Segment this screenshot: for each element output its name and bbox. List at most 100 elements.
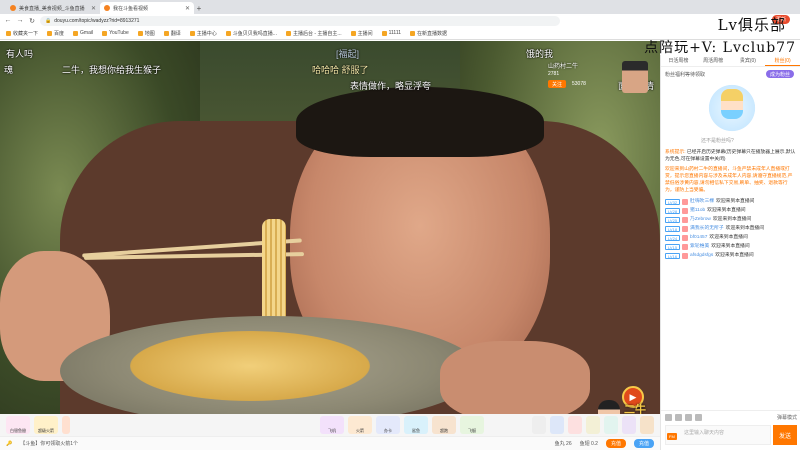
chat-username[interactable]: 肚嗨吹三棵: [690, 198, 714, 205]
chat-message: LV18 满我长的无所子 欢迎来到本直播间: [665, 224, 796, 233]
bookmark-item[interactable]: 主播后台 - 主播自主...: [285, 30, 342, 37]
chat-username[interactable]: afsdgdsfgs: [690, 252, 713, 259]
danmu-comment: 魂: [4, 65, 14, 75]
bookmark-item[interactable]: Gmail: [73, 30, 93, 36]
browser-chrome: 美食直播_美食视频_斗鱼直播 ✕ 我在斗鱼看视频 ✕ + ← → ↻ 🔒 dou…: [0, 0, 800, 40]
rank-icon[interactable]: [568, 416, 582, 434]
bookmark-icon: [47, 30, 53, 36]
bookmark-item[interactable]: 主播间: [350, 30, 373, 37]
system-message: 欢迎来到山药村二牛的直播间，斗鱼严禁未成年人直播或打赏，提示您直播内容与涉及未成…: [665, 166, 796, 194]
game-icon[interactable]: [640, 416, 654, 434]
emoji-icon[interactable]: [665, 414, 672, 421]
anchor-avatar[interactable]: [622, 61, 648, 93]
close-tab-icon[interactable]: ✕: [185, 5, 190, 12]
backpack-icon[interactable]: [532, 416, 546, 434]
bookmark-item[interactable]: 百度: [47, 30, 64, 37]
close-tab-icon[interactable]: ✕: [91, 5, 96, 12]
badge-icon: [682, 216, 689, 223]
pet-icon[interactable]: [622, 416, 636, 434]
bottom-status-bar: 🔑 【斗鱼】你可领取火箭1个 鱼丸 26 鱼翅 0.2 充值 充值: [0, 436, 660, 450]
forward-icon[interactable]: →: [16, 17, 24, 25]
chat-username[interactable]: bf01457: [690, 234, 707, 241]
bookmark-icon: [163, 30, 169, 36]
gift-item[interactable]: 办卡: [376, 416, 400, 434]
fan-count: 53078: [572, 81, 586, 87]
task-icon[interactable]: [586, 416, 600, 434]
chat-username[interactable]: 满我长的无所子: [690, 225, 724, 232]
tab-daily-rank[interactable]: 日活周榜: [661, 55, 696, 66]
bookmark-item[interactable]: 翻译: [163, 30, 181, 37]
bookmark-item[interactable]: 收藏夹一下: [6, 30, 38, 37]
tab-douyu-video[interactable]: 我在斗鱼看视频 ✕: [100, 2, 194, 14]
chat-username[interactable]: 紫轮椎美: [690, 243, 709, 250]
lock-icon[interactable]: [685, 414, 692, 421]
bookmark-item[interactable]: 11111: [381, 30, 401, 36]
bookmark-item[interactable]: 主播中心: [189, 30, 217, 37]
danmu-mode-toggle[interactable]: 弹幕模式: [777, 414, 797, 421]
chat-username[interactable]: 乃Zebrow: [690, 216, 711, 223]
key-icon: 🔑: [6, 440, 13, 447]
color-icon[interactable]: [675, 414, 682, 421]
bookmark-icon: [350, 30, 356, 36]
gift-item[interactable]: 飞机: [320, 416, 344, 434]
promo-caption: 还不是粉丝吗?: [701, 138, 734, 144]
sidebar-tabs: 日活周榜 周活周榜 贵宾(0) 粉丝(0): [661, 55, 800, 67]
badge-icon: [682, 252, 689, 259]
gift-more[interactable]: [62, 416, 70, 434]
bookmark-item[interactable]: 在新直播数据: [410, 30, 447, 37]
chat-list: 系统提示: 已经开启历史弹幕(历史弹幕只在播放器上展示,默认为无色,可在弹幕设置…: [661, 147, 800, 262]
chat-text: 欢迎来到本直播间: [725, 226, 765, 231]
fish-fin-count: 鱼翅 0.2: [579, 441, 598, 447]
reload-icon[interactable]: ↻: [28, 17, 36, 25]
become-fan-button[interactable]: 成为粉丝: [765, 70, 794, 78]
tab-douyu-food[interactable]: 美食直播_美食视频_斗鱼直播 ✕: [6, 2, 100, 14]
level-badge: LV15: [665, 243, 681, 250]
chat-sidebar: 日活周榜 周活周榜 贵宾(0) 粉丝(0) 粉丝福利等待领取 成为粉丝 还不是粉…: [660, 55, 800, 450]
level-badge: LV28: [665, 207, 681, 214]
follow-button[interactable]: 关注: [548, 80, 567, 88]
video-player[interactable]: 有人吗 魂 二牛，我想你给我生猴子 [福起] 哈哈哈 舒服了 表情做作，略显浮夸…: [0, 41, 660, 414]
tab-weekly-rank[interactable]: 周活周榜: [696, 55, 731, 66]
fish-ball-count: 鱼丸 26: [554, 441, 572, 447]
danmu-comment: 有人吗: [6, 49, 34, 59]
watermark-line2: 点陪玩+V: Lvclub77: [644, 40, 796, 56]
bookmark-icon: [102, 30, 108, 36]
bookmark-icon: [381, 30, 387, 36]
bookmark-item[interactable]: YouTube: [102, 30, 129, 36]
gift-item[interactable]: 超跑: [432, 416, 456, 434]
recharge-button[interactable]: 充值: [605, 439, 626, 448]
chat-text: 欢迎来到本直播间: [712, 217, 752, 222]
bookmark-icon: [189, 30, 195, 36]
back-icon[interactable]: ←: [4, 17, 12, 25]
gift-item[interactable]: 白银鱼翅: [6, 416, 30, 434]
badge-icon: [682, 234, 689, 241]
danmu-comment: 哈哈哈 舒服了: [312, 65, 369, 75]
bookmark-item[interactable]: 斗鱼贝贝我吗直播...: [225, 30, 277, 37]
gift-item[interactable]: 鲨鱼: [404, 416, 428, 434]
chat-input[interactable]: 这里输入聊天内容: [665, 425, 771, 445]
lottery-icon[interactable]: [604, 416, 618, 434]
fan-badge[interactable]: FM: [667, 433, 677, 440]
douyu-favicon-icon: [10, 5, 16, 11]
recharge-button[interactable]: 充值: [633, 439, 654, 448]
tab-vip[interactable]: 贵宾(0): [731, 55, 766, 66]
clear-icon[interactable]: [695, 414, 702, 421]
mascot-icon: [598, 400, 620, 414]
douyu-favicon-icon: [104, 5, 110, 11]
mascot-icon: [721, 89, 743, 119]
send-button[interactable]: 发送: [773, 425, 797, 445]
chat-username[interactable]: 猪11ob: [690, 207, 705, 214]
rocket-notice[interactable]: 【斗鱼】你可领取火箭1个: [20, 440, 78, 447]
gift-item[interactable]: 飞艇: [460, 416, 484, 434]
url-input[interactable]: 🔒 douyu.com/topic/wadyzz?rid=8913271: [40, 15, 560, 26]
chat-text: 欢迎来到本直播间: [707, 208, 746, 213]
tab-fans[interactable]: 粉丝(0): [765, 55, 800, 66]
gift-item[interactable]: 超级火箭: [34, 416, 58, 434]
gift-item[interactable]: 火箭: [348, 416, 372, 434]
medal-icon[interactable]: [550, 416, 564, 434]
bookmark-item[interactable]: 地图: [137, 30, 155, 37]
new-tab-button[interactable]: +: [194, 2, 204, 14]
chat-message: LV16 afsdgdsfgs 欢迎来到本直播间: [665, 251, 796, 260]
promo-title: 粉丝福利等待领取: [665, 72, 706, 78]
bookmark-icon: [73, 30, 79, 36]
